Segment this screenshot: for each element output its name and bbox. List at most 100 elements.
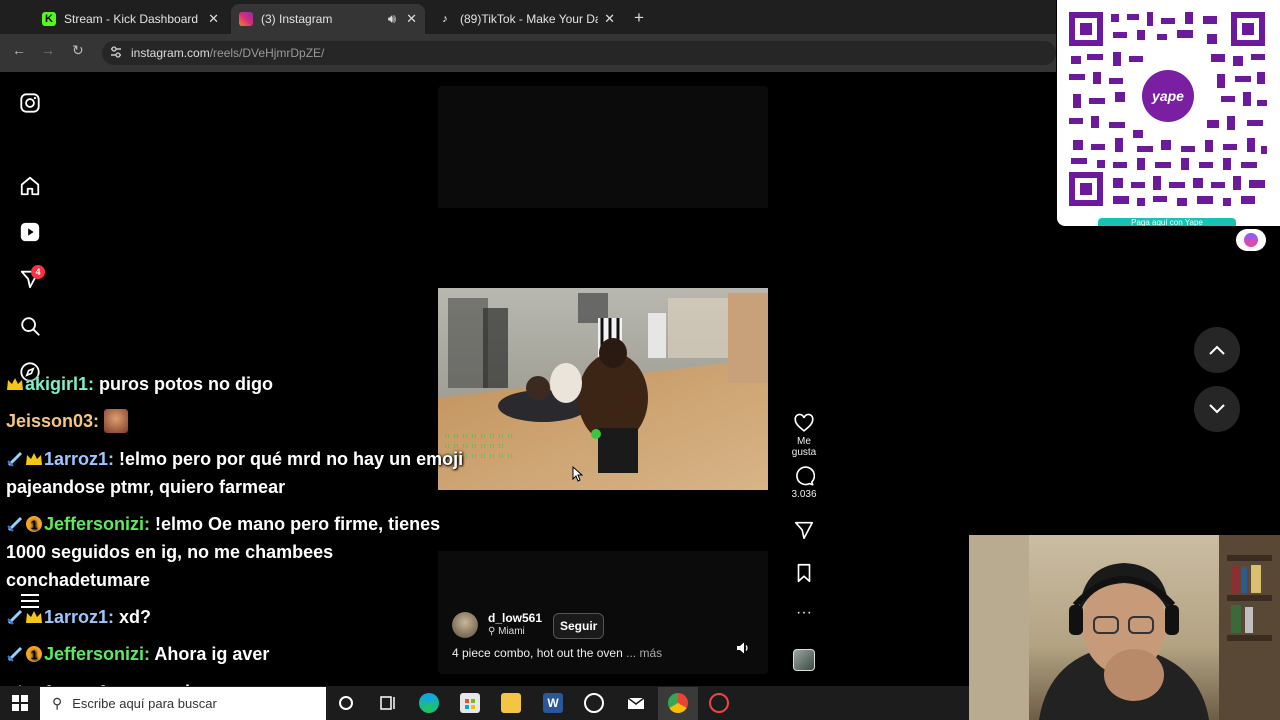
xbox-icon[interactable] — [584, 693, 604, 713]
crown-icon — [25, 606, 43, 624]
follow-button[interactable]: Seguir — [553, 613, 605, 639]
chat-text: pajeandose ptmr, quiero farmear — [6, 477, 286, 497]
task-view-icon[interactable] — [378, 693, 398, 713]
chat-message-continued: pajeandose ptmr, quiero farmear — [6, 473, 285, 501]
crown-icon — [6, 373, 24, 391]
gift-icon: 1 — [25, 643, 43, 662]
audio-thumbnail[interactable] — [793, 649, 815, 671]
chat-username: Jeffersonizi: — [44, 644, 151, 664]
store-icon[interactable] — [460, 693, 480, 713]
reel-author-avatar[interactable] — [452, 612, 478, 638]
chat-username: Jeffersonizi: — [44, 514, 151, 534]
search-icon: ⚲ — [52, 695, 63, 711]
notification-badge: 4 — [31, 265, 45, 279]
reel-location[interactable]: ⚲ Miami — [488, 626, 525, 637]
cortana-icon[interactable] — [339, 696, 353, 710]
reload-icon[interactable]: ↻ — [72, 42, 84, 59]
crown-icon — [25, 448, 43, 466]
cursor-icon — [571, 465, 584, 482]
comment-button[interactable]: 3.036 — [784, 465, 824, 500]
caption-text: 4 piece combo, hot out the oven — [452, 646, 623, 660]
instagram-logo-icon[interactable] — [19, 92, 41, 114]
share-icon — [794, 521, 814, 540]
more-link[interactable]: ... más — [626, 646, 662, 660]
url-path: /reels/DVeHjmrDpZE/ — [209, 46, 325, 60]
chat-message: Jeisson03: — [6, 407, 129, 435]
location-text: Miami — [498, 626, 525, 637]
chat-message: 1arroz1: !elmo pero por qué mrd no hay u… — [6, 445, 463, 473]
obs-icon[interactable] — [709, 693, 729, 713]
gift-icon: 1 — [25, 513, 43, 532]
edge-icon[interactable] — [419, 693, 439, 713]
reels-icon[interactable] — [19, 221, 41, 243]
yape-brand-text: yape — [1152, 88, 1184, 104]
close-icon[interactable]: ✕ — [604, 11, 615, 27]
url-text: instagram.com/reels/DVeHjmrDpZE/ — [131, 46, 324, 60]
chat-message: 1arroz1: xd? — [6, 603, 151, 631]
chrome-icon[interactable] — [668, 693, 688, 713]
file-explorer-icon[interactable] — [501, 693, 521, 713]
location-pin-icon: ⚲ — [488, 626, 499, 637]
tab-kick[interactable]: K Stream - Kick Dashboard ✕ — [34, 4, 227, 34]
chat-message-continued: 1000 seguidos en ig, no me chambees — [6, 538, 333, 566]
previous-reel-button[interactable] — [1194, 327, 1240, 373]
chat-text: Ahora ig aver — [154, 644, 270, 664]
home-icon[interactable] — [19, 175, 41, 197]
comment-icon — [796, 466, 815, 486]
bookmark-icon — [797, 563, 811, 583]
kick-icon: K — [42, 12, 56, 26]
site-info-icon[interactable] — [110, 45, 122, 59]
reel-caption: 4 piece combo, hot out the oven ... más — [452, 646, 662, 660]
volume-icon[interactable] — [736, 641, 750, 655]
sword-icon — [6, 448, 24, 467]
instagram-icon — [239, 12, 253, 26]
tab-tiktok[interactable]: ♪ (89)TikTok - Make Your Day ✕ — [430, 4, 623, 34]
new-tab-button[interactable]: + — [634, 8, 644, 28]
word-icon[interactable]: W — [543, 693, 563, 713]
speaker-icon[interactable]: 🔊︎ — [388, 11, 396, 27]
like-button[interactable]: Me gusta — [784, 412, 824, 458]
svg-text:1: 1 — [31, 518, 38, 532]
mail-icon[interactable] — [626, 693, 646, 713]
reel-username[interactable]: d_low561 — [488, 611, 542, 625]
chat-text: conchadetumare — [6, 570, 151, 590]
chat-text: 1000 seguidos en ig, no me chambees — [6, 542, 334, 562]
svg-text:ll ll ll ll ll ll ll ll: ll ll ll ll ll ll ll ll — [444, 434, 513, 440]
chat-text: !elmo pero por qué mrd no hay un emoji — [119, 449, 464, 469]
chat-username: akigirl1: — [25, 374, 95, 394]
webcam-feed — [969, 535, 1280, 720]
sword-icon — [6, 513, 24, 532]
chat-username: 1arroz1: — [44, 607, 115, 627]
chat-message: akigirl1: puros potos no digo — [6, 370, 273, 398]
more-options-icon[interactable]: ··· — [784, 604, 824, 622]
taskbar-search[interactable]: ⚲ Escribe aquí para buscar — [40, 687, 326, 720]
back-icon[interactable]: ← — [12, 42, 26, 58]
tiktok-icon: ♪ — [442, 13, 448, 25]
chat-message: 1 Jeffersonizi: Ahora ig aver — [6, 640, 269, 668]
sword-icon — [6, 606, 24, 625]
extension-button[interactable] — [1236, 229, 1266, 251]
extension-icon — [1244, 233, 1258, 247]
share-button[interactable] — [784, 519, 824, 543]
save-button[interactable] — [784, 562, 824, 586]
close-icon[interactable]: ✕ — [406, 11, 417, 27]
chat-text: xd? — [119, 607, 152, 627]
tab-instagram[interactable]: (3) Instagram 🔊︎ ✕ — [231, 4, 425, 34]
svg-text:1: 1 — [31, 648, 38, 662]
search-placeholder: Escribe aquí para buscar — [72, 696, 217, 711]
chevron-up-icon — [1209, 345, 1225, 355]
chat-message: 1 Jeffersonizi: !elmo Oe mano pero firme,… — [6, 510, 440, 538]
reel-video[interactable]: ll ll ll ll ll ll ll ll ll ll ll ll ll l… — [438, 288, 768, 490]
tab-title: Stream - Kick Dashboard — [64, 12, 199, 26]
chevron-down-icon — [1209, 404, 1225, 414]
close-icon[interactable]: ✕ — [208, 11, 219, 27]
forward-icon[interactable]: → — [41, 42, 55, 58]
windows-start-icon[interactable] — [12, 695, 28, 711]
url-host: instagram.com — [131, 46, 210, 60]
search-icon[interactable] — [19, 315, 41, 337]
yape-pay-strip: Paga aquí con Yape — [1098, 218, 1236, 226]
yape-logo: yape — [1142, 70, 1194, 122]
next-reel-button[interactable] — [1194, 386, 1240, 432]
yape-strip-text: Paga aquí con Yape — [1131, 218, 1203, 226]
likes-label: Me gusta — [791, 436, 817, 458]
